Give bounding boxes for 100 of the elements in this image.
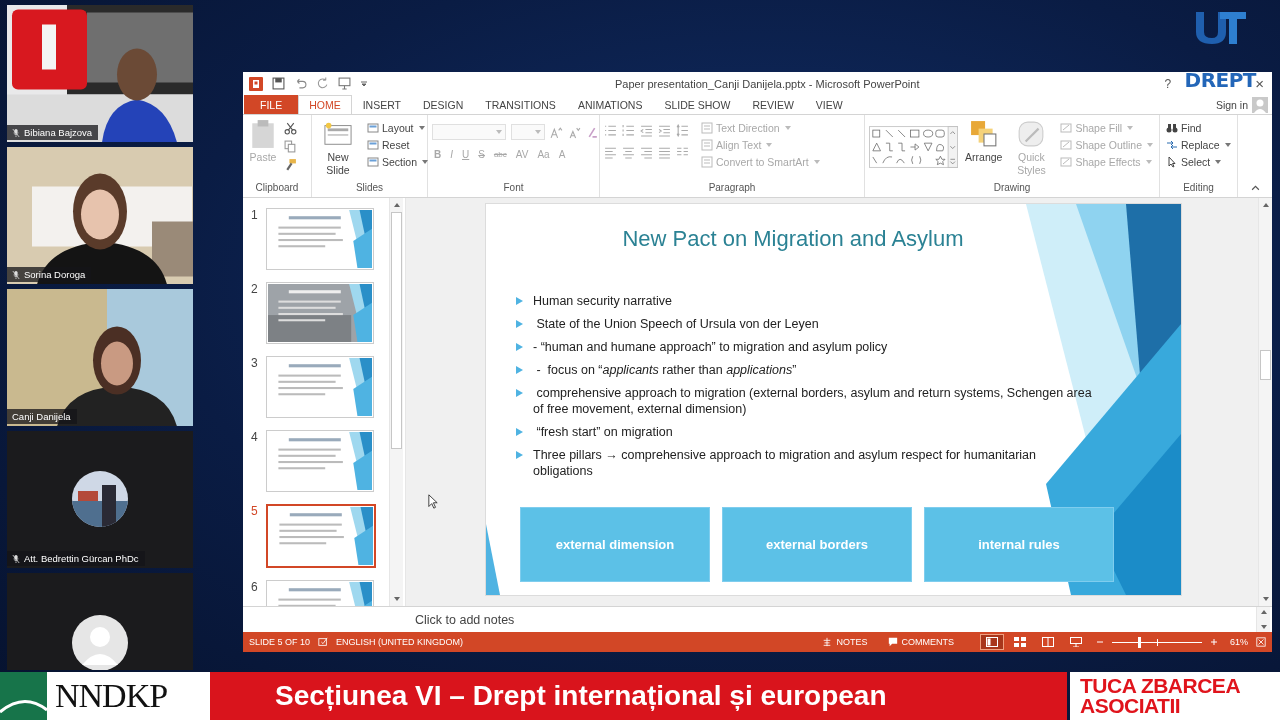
zoom-slider[interactable] [1112, 636, 1202, 648]
format-painter-icon[interactable] [284, 158, 297, 171]
dropdown-caret-icon [1224, 143, 1231, 147]
group-label: Paragraph [707, 181, 757, 195]
slide-number: 6 [251, 580, 259, 594]
save-icon[interactable] [272, 77, 285, 90]
group-label: Drawing [992, 181, 1032, 195]
new-slide-button[interactable]: New Slide [316, 117, 360, 179]
scroll-up-arrow-icon[interactable] [392, 202, 401, 208]
comments-button[interactable]: COMMENTS [881, 637, 960, 647]
find-button[interactable]: Find [1164, 121, 1233, 135]
close-button[interactable]: × [1253, 75, 1266, 92]
section-button[interactable]: Section [365, 155, 431, 169]
grow-font-icon[interactable] [550, 125, 563, 139]
layout-icon [367, 122, 379, 134]
redo-icon[interactable] [316, 77, 329, 90]
sponsor-logo: NNDKP [0, 672, 210, 720]
participant-name: Canji Danijela [12, 411, 71, 422]
zoom-in-icon[interactable] [1210, 638, 1218, 646]
zoom-level[interactable]: 61% [1226, 637, 1248, 647]
scroll-up-arrow-icon[interactable] [1261, 202, 1270, 208]
slide-thumbnail[interactable] [266, 282, 374, 344]
scissors-icon[interactable] [284, 122, 297, 135]
slide-thumbnail[interactable] [266, 504, 376, 568]
arrange-shapes-icon [969, 119, 998, 149]
justify-icon[interactable] [658, 146, 671, 159]
align-left-icon[interactable] [604, 146, 617, 159]
zoom-out-icon[interactable] [1096, 638, 1104, 646]
bullet-icon [516, 389, 523, 398]
slide-thumbnail[interactable] [266, 430, 374, 492]
clear-formatting-icon[interactable] [586, 125, 599, 139]
notes-button[interactable]: NOTES [816, 637, 874, 647]
slide-thumbnail[interactable] [266, 356, 374, 418]
paint-bucket-icon [1060, 122, 1073, 134]
section-icon [367, 156, 379, 168]
dropdown-caret-icon [784, 126, 791, 130]
scroll-down-arrow-icon[interactable] [392, 596, 401, 602]
help-button[interactable]: ? [1162, 76, 1174, 91]
select-button[interactable]: Select [1164, 155, 1233, 169]
participant-name: Sorina Doroga [24, 269, 86, 280]
text-direction-icon [701, 122, 713, 134]
layout-button[interactable]: Layout [365, 121, 431, 135]
bullets-icon[interactable] [604, 124, 617, 137]
notes-icon [822, 637, 833, 647]
line-spacing-icon[interactable] [676, 124, 689, 137]
ribbon-tab[interactable]: HOME [298, 95, 352, 114]
customize-caret-icon[interactable] [360, 79, 368, 88]
slide-number: 1 [251, 208, 259, 222]
slide-title: New Pact on Migration and Asylum [621, 226, 965, 253]
language-indicator[interactable]: ENGLISH (UNITED KINGDOM) [336, 637, 464, 647]
spelling-check-icon[interactable] [318, 637, 329, 647]
decrease-indent-icon[interactable] [640, 124, 653, 137]
reset-slide-icon [367, 139, 379, 151]
view-icon [1014, 637, 1026, 647]
pillar-box: external dimension [520, 507, 710, 582]
mouse-cursor-icon [428, 494, 438, 509]
view-icon [986, 637, 998, 647]
bullet-icon [516, 297, 523, 306]
shrink-font-icon[interactable] [568, 125, 581, 139]
scroll-down-arrow-icon[interactable] [1259, 624, 1268, 630]
presentation-icon[interactable] [338, 77, 351, 90]
bullet-icon [516, 451, 523, 460]
scroll-up-arrow-icon[interactable] [1259, 609, 1268, 615]
smartart-icon [701, 156, 713, 168]
increase-indent-icon[interactable] [658, 124, 671, 137]
scrollbar[interactable] [389, 198, 403, 606]
scrollbar[interactable] [1256, 607, 1270, 632]
dropdown-caret-icon [1145, 160, 1152, 164]
font-size-field[interactable] [511, 124, 545, 140]
arrange-button[interactable]: Arrange [963, 117, 1005, 166]
slide-number: 4 [251, 430, 259, 444]
sign-in-link[interactable]: Sign in [1211, 95, 1252, 114]
normal-view-button[interactable] [980, 634, 1004, 650]
numbering-icon[interactable] [622, 124, 635, 137]
participant-name: Att. Bedrettin Gürcan PhDc [24, 553, 139, 564]
dropdown-caret-icon [766, 143, 773, 147]
undo-icon[interactable] [294, 77, 307, 90]
fit-to-window-icon[interactable] [1256, 637, 1266, 647]
dropdown-caret-icon [1147, 143, 1153, 147]
scroll-thumb[interactable] [1260, 350, 1271, 380]
ribbon-tab[interactable]: FILE [244, 95, 299, 114]
align-center-icon[interactable] [622, 146, 635, 159]
slide-counter: SLIDE 5 OF 10 [249, 637, 311, 647]
copy-icon[interactable] [284, 140, 297, 153]
scroll-thumb[interactable] [391, 212, 402, 449]
reset-button[interactable]: Reset [365, 138, 431, 152]
group-label: Slides [354, 181, 385, 195]
dropdown-caret-icon [422, 160, 429, 164]
bullet-icon [516, 366, 523, 375]
pencil-icon [1060, 139, 1073, 151]
replace-button[interactable]: Replace [1164, 138, 1233, 152]
view-icon [1070, 637, 1082, 647]
scroll-down-arrow-icon[interactable] [1261, 596, 1270, 602]
collapse-ribbon-icon[interactable] [1251, 184, 1260, 191]
bullet-text: Three pillars → comprehensive approach to migration and asylum respect for humanitarian obligations [533, 447, 1038, 480]
slide-thumbnail[interactable] [266, 208, 374, 270]
dropdown-caret-icon [1215, 160, 1222, 164]
notes-placeholder[interactable]: Click to add notes [415, 612, 515, 627]
scrollbar[interactable] [1258, 198, 1272, 606]
align-right-icon[interactable] [640, 146, 653, 159]
